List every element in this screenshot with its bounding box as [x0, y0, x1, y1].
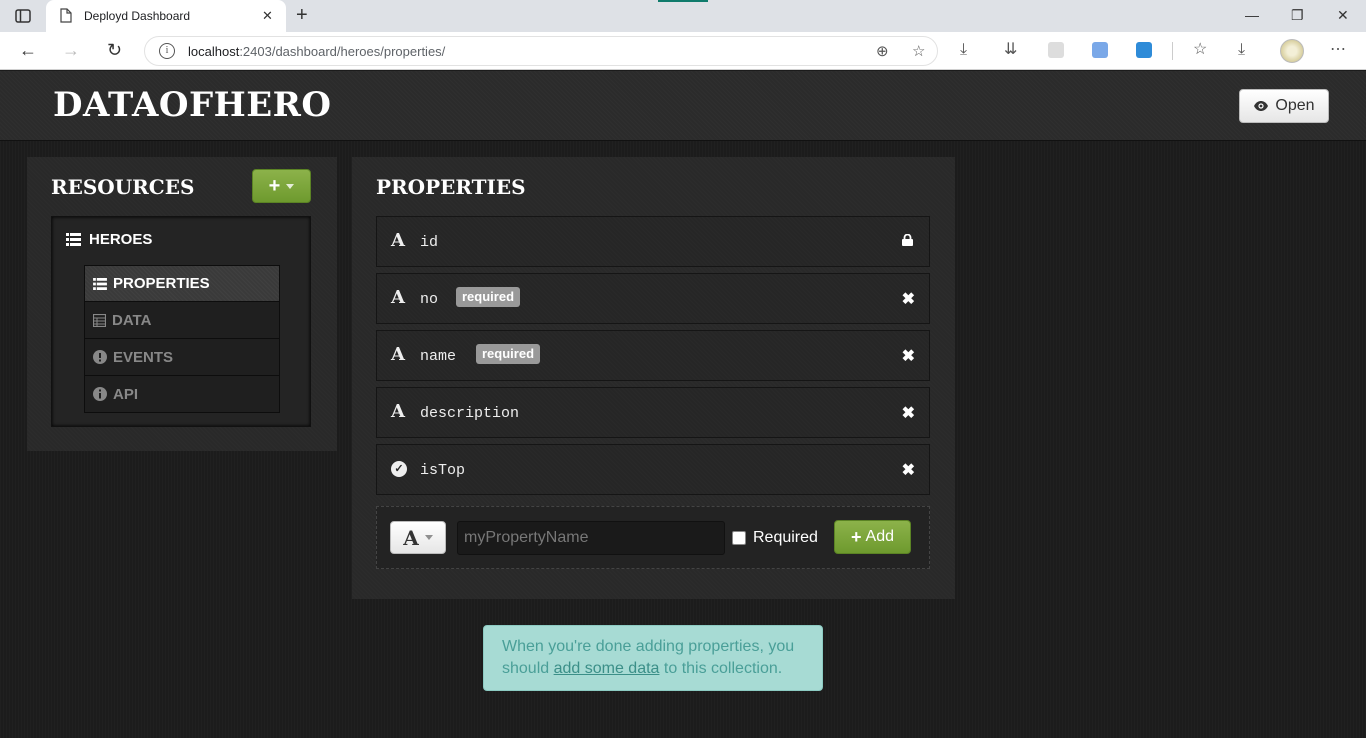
property-row-id[interactable]: A id	[376, 216, 930, 267]
eye-icon	[1254, 101, 1269, 111]
string-type-icon: A	[391, 401, 405, 422]
subnav-events[interactable]: EVENTS	[84, 339, 280, 376]
refresh-button[interactable]: ↻	[107, 41, 122, 59]
list-icon	[93, 277, 107, 290]
table-icon	[93, 313, 106, 327]
caret-down-icon	[424, 535, 433, 540]
browser-toolbar: ← → ↻ i localhost:2403/dashboard/heroes/…	[0, 32, 1366, 70]
property-name: description	[420, 405, 520, 422]
property-row-description[interactable]: A description ✖	[376, 387, 930, 438]
plus-icon: +	[268, 174, 281, 197]
resources-heading: RESOURCES	[51, 175, 195, 199]
downloads-status-icon[interactable]: ⤓	[1238, 41, 1245, 59]
browser-tabstrip: Deployd Dashboard ✕ + — ❐ ✕	[0, 0, 1366, 32]
url-text[interactable]: localhost:2403/dashboard/heroes/properti…	[188, 44, 445, 59]
remove-property-icon[interactable]: ✖	[902, 346, 915, 366]
subnav-label: PROPERTIES	[113, 275, 210, 292]
string-type-icon: A	[391, 230, 405, 251]
add-button-label: Add	[865, 528, 894, 545]
required-badge: required	[476, 344, 541, 364]
remove-property-icon[interactable]: ✖	[902, 460, 915, 480]
property-list: A id A no required ✖ A name required ✖ A…	[376, 216, 930, 501]
info-circle-icon	[93, 387, 107, 401]
open-button-label: Open	[1275, 97, 1315, 114]
subnav-label: DATA	[112, 311, 152, 329]
remove-property-icon[interactable]: ✖	[902, 403, 915, 423]
deployd-dashboard: DATAOFHERO Open RESOURCES + HEROES PROPE…	[0, 71, 1366, 738]
hint-text-end: to this collection.	[659, 660, 783, 677]
property-name: name	[420, 348, 457, 365]
site-info-icon[interactable]: i	[159, 43, 175, 59]
add-resource-button[interactable]: +	[252, 169, 311, 203]
resource-tree: HEROES PROPERTIES DATA EVENTS API	[51, 216, 311, 427]
zoom-icon[interactable]: ⊕	[876, 42, 889, 60]
tab-actions-icon[interactable]	[14, 7, 32, 25]
resource-label: HEROES	[89, 231, 153, 248]
properties-panel: PROPERTIES A id A no required ✖ A name r…	[352, 157, 955, 599]
extension-bird-icon[interactable]	[1092, 42, 1108, 58]
new-tab-button[interactable]: +	[296, 5, 308, 25]
restore-button[interactable]: ❐	[1291, 7, 1304, 24]
close-tab-icon[interactable]: ✕	[262, 8, 273, 24]
subnav-label: EVENTS	[113, 348, 174, 366]
downloads-icon[interactable]: ⤓	[960, 41, 967, 59]
exclamation-circle-icon	[93, 350, 107, 364]
profile-avatar[interactable]	[1280, 39, 1304, 63]
list-icon	[66, 233, 81, 246]
more-menu-icon[interactable]: ⋯	[1330, 41, 1346, 59]
add-favorite-icon[interactable]: ☆	[912, 42, 925, 60]
remove-property-icon[interactable]: ✖	[902, 289, 915, 309]
lock-icon	[902, 234, 913, 246]
address-bar[interactable]: i localhost:2403/dashboard/heroes/proper…	[144, 36, 938, 66]
string-type-icon: A	[403, 525, 419, 550]
add-data-link[interactable]: add some data	[554, 660, 660, 677]
property-name: isTop	[420, 462, 466, 479]
subnav-label: API	[113, 385, 139, 403]
favorites-icon[interactable]: ☆	[1193, 41, 1207, 59]
app-title: DATAOFHERO	[53, 85, 332, 125]
boolean-type-icon: ✓	[391, 461, 407, 477]
string-type-icon: A	[391, 344, 405, 365]
resource-subnav: PROPERTIES DATA EVENTS API	[84, 265, 280, 413]
caret-down-icon	[286, 183, 295, 189]
property-row-no[interactable]: A no required ✖	[376, 273, 930, 324]
add-property-button[interactable]: + Add	[834, 520, 911, 554]
info-alert: When you're done adding properties, you …	[483, 625, 823, 691]
property-row-name[interactable]: A name required ✖	[376, 330, 930, 381]
close-window-button[interactable]: ✕	[1337, 7, 1349, 24]
browser-tab[interactable]: Deployd Dashboard ✕	[46, 0, 286, 32]
page-icon	[60, 8, 72, 28]
download-manager-icon[interactable]: ⇊	[1004, 41, 1017, 59]
resource-item-heroes[interactable]: HEROES	[66, 231, 152, 248]
extension-icon[interactable]	[1048, 42, 1064, 58]
properties-heading: PROPERTIES	[376, 175, 526, 199]
subnav-data[interactable]: DATA	[84, 302, 280, 339]
back-button[interactable]: ←	[19, 41, 37, 59]
property-name: id	[420, 234, 439, 251]
resources-panel: RESOURCES + HEROES PROPERTIES DATA EVENT…	[27, 157, 337, 451]
required-checkbox[interactable]	[732, 531, 746, 545]
tabstrip-accent	[658, 0, 708, 2]
required-badge: required	[456, 287, 521, 307]
string-type-icon: A	[391, 287, 405, 308]
required-checkbox-label: Required	[753, 529, 818, 546]
subnav-api[interactable]: API	[84, 376, 280, 413]
tab-title: Deployd Dashboard	[84, 9, 191, 23]
property-row-istop[interactable]: ✓ isTop ✖	[376, 444, 930, 495]
minimize-button[interactable]: —	[1245, 7, 1259, 23]
property-name: no	[420, 291, 439, 308]
add-property-form: A Required + Add	[376, 506, 930, 569]
extension-shield-icon[interactable]	[1136, 42, 1152, 58]
subnav-properties[interactable]: PROPERTIES	[84, 265, 280, 302]
property-name-input[interactable]	[457, 521, 725, 555]
property-type-dropdown[interactable]: A	[390, 521, 446, 554]
open-button[interactable]: Open	[1239, 89, 1329, 123]
forward-button[interactable]: →	[62, 41, 80, 59]
toolbar-separator	[1172, 42, 1173, 60]
plus-icon: +	[851, 526, 862, 547]
app-header: DATAOFHERO Open	[0, 71, 1366, 141]
